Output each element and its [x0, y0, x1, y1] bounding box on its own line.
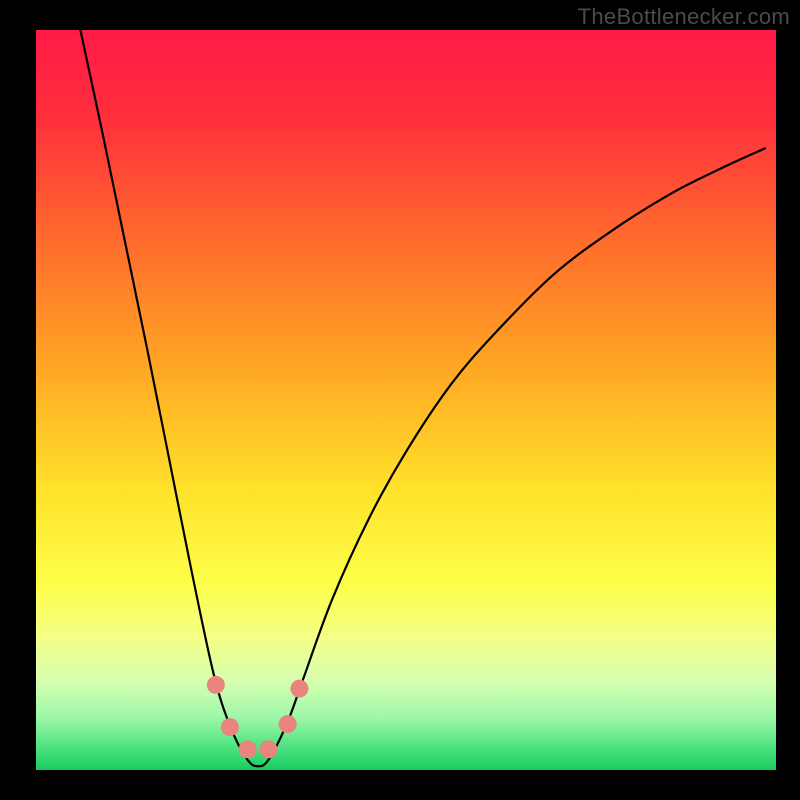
gradient-background — [36, 30, 776, 770]
chart-frame: TheBottlenecker.com — [0, 0, 800, 800]
data-marker — [259, 740, 277, 758]
data-marker — [221, 718, 239, 736]
watermark-text: TheBottlenecker.com — [578, 4, 790, 30]
plot-svg — [36, 30, 776, 770]
data-marker — [207, 676, 225, 694]
data-marker — [290, 680, 308, 698]
plot-area — [36, 30, 776, 770]
data-marker — [239, 740, 257, 758]
data-marker — [279, 715, 297, 733]
